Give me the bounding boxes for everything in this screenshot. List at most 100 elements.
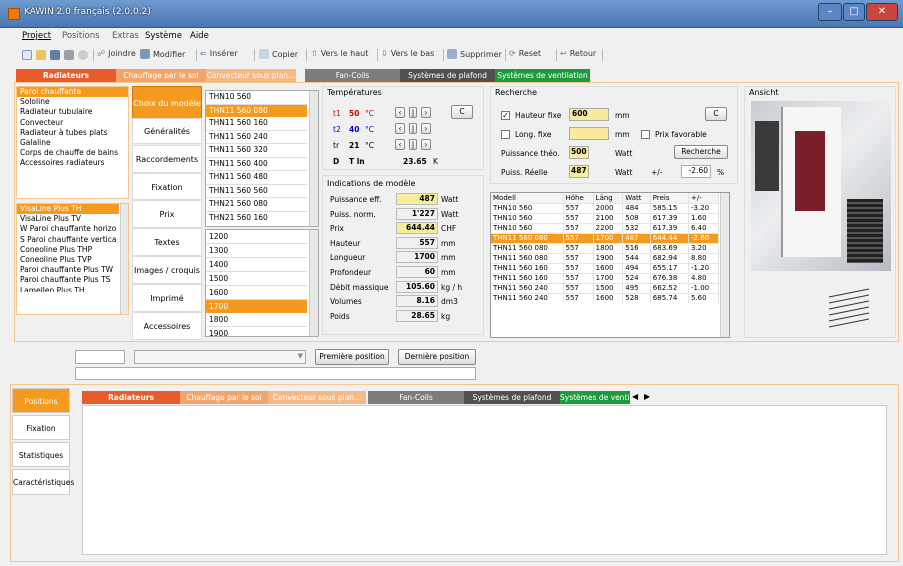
model-list[interactable]: VisaLine Plus TH VisaLine Plus TV W Paro…: [16, 203, 129, 315]
tab-chauffage-sol[interactable]: Chauffage par le sol: [116, 69, 206, 82]
recherche-button[interactable]: Recherche: [674, 145, 728, 159]
bottom-tab-ventilation[interactable]: Systèmes de ventilation: [560, 391, 630, 404]
tab-scroll-right-icon[interactable]: ▶: [644, 392, 650, 401]
bottom-tab-convecteur[interactable]: Convecteur sous plan...: [268, 391, 366, 404]
menu-positions[interactable]: Positions: [62, 31, 100, 41]
t1-bar-button[interactable]: |: [409, 107, 417, 118]
tab-statistiques[interactable]: Statistiques: [12, 442, 70, 467]
length-list-scrollbar[interactable]: [309, 230, 318, 336]
prix-favorable-checkbox[interactable]: [641, 130, 650, 139]
tab-convecteur[interactable]: Convecteur sous plan...: [206, 69, 296, 82]
nav-generalites[interactable]: Généralités: [132, 118, 202, 144]
list-item[interactable]: 1900: [206, 327, 307, 340]
tr-increase-button[interactable]: ›: [421, 139, 431, 150]
col-header[interactable]: Modell: [491, 193, 564, 203]
move-down-button[interactable]: ⇩ Vers le bas: [381, 49, 434, 58]
list-item[interactable]: Accessoires radiateurs: [17, 158, 128, 168]
tr-decrease-button[interactable]: ‹: [395, 139, 405, 150]
list-item[interactable]: THN21 560 160: [206, 212, 307, 225]
list-item[interactable]: 1600: [206, 286, 307, 300]
table-row[interactable]: THN11 560 080 557 1700 487 644.44 -2.60: [491, 233, 719, 243]
list-item[interactable]: 1300: [206, 244, 307, 258]
col-header[interactable]: +/-: [688, 193, 719, 203]
new-file-icon[interactable]: [22, 50, 32, 60]
bottom-tab-fan-coils[interactable]: Fan-Coils: [368, 391, 464, 404]
model-list-scrollbar[interactable]: [120, 204, 128, 314]
table-row[interactable]: THN11 560 160 557 1700 524 676.38 4.80: [491, 273, 719, 283]
nav-prix[interactable]: Prix: [132, 200, 202, 228]
list-item[interactable]: Coneoline Plus TVP: [17, 255, 119, 265]
reset-button[interactable]: ⟳ Reset: [509, 49, 541, 58]
first-position-button[interactable]: Première position: [315, 349, 389, 365]
tr-bar-button[interactable]: |: [409, 139, 417, 150]
long-fixe-input[interactable]: [569, 127, 609, 140]
close-button[interactable]: ✕: [866, 3, 898, 21]
list-item[interactable]: THN11 560 240: [206, 131, 307, 144]
menu-systeme[interactable]: Système: [145, 31, 182, 41]
table-row[interactable]: THN11 560 080 557 1800 516 683.69 3.20: [491, 243, 719, 253]
bottom-tab-chauffage-sol[interactable]: Chauffage par le sol: [180, 391, 268, 404]
nav-accessoires[interactable]: Accessoires: [132, 312, 202, 340]
results-grid[interactable]: Modell Höhe Läng Watt Preis +/- THN10 56…: [490, 192, 730, 338]
list-item[interactable]: THN11 560 080: [206, 104, 307, 117]
list-item[interactable]: THN11 560 320: [206, 144, 307, 158]
hauteur-fixe-input[interactable]: 600: [569, 108, 609, 121]
table-row[interactable]: THN11 560 240 557 1500 495 662.52 -1.00: [491, 283, 719, 293]
nav-imprime[interactable]: Imprimé: [132, 284, 202, 312]
list-item[interactable]: THN11 560 160: [206, 117, 307, 131]
tab-ventilation[interactable]: Systèmes de ventilation: [495, 69, 590, 82]
list-item[interactable]: Paroi chauffante Plus TW: [17, 265, 119, 275]
open-folder-icon[interactable]: [36, 50, 46, 60]
maximize-button[interactable]: □: [843, 3, 865, 21]
list-item[interactable]: S Paroi chauffante vertica: [17, 235, 119, 245]
tab-positions[interactable]: Positions: [12, 388, 70, 413]
list-item[interactable]: Galaline: [17, 138, 128, 148]
position-field[interactable]: [75, 350, 125, 364]
model-variant-list[interactable]: THN10 560 THN11 560 080 THN11 560 160 TH…: [205, 90, 319, 227]
tab-caracteristiques[interactable]: Caractéristiques: [12, 469, 74, 495]
search-c-button[interactable]: C: [705, 107, 727, 121]
tab-fan-coils[interactable]: Fan-Coils: [305, 69, 400, 82]
list-item[interactable]: Corps de chauffe de bains: [17, 148, 128, 158]
position-textbox[interactable]: [75, 367, 476, 380]
menu-project[interactable]: Project: [22, 31, 51, 41]
list-item[interactable]: Sololine: [17, 97, 128, 107]
nav-raccordements[interactable]: Raccordements: [132, 145, 202, 173]
list-item[interactable]: THN21 560 080: [206, 198, 307, 212]
menu-aide[interactable]: Aide: [190, 31, 209, 41]
col-header[interactable]: Watt: [622, 193, 651, 203]
bottom-tab-radiateurs[interactable]: Radiateurs: [82, 391, 180, 404]
last-position-button[interactable]: Dernière position: [398, 349, 476, 365]
list-item[interactable]: Convecteur: [17, 118, 128, 128]
table-row[interactable]: THN10 560 557 2000 484 585.15 -3.20: [491, 203, 719, 213]
bottom-tab-plafond[interactable]: Systèmes de plafond: [464, 391, 560, 404]
save-icon[interactable]: [50, 50, 60, 60]
col-header[interactable]: Läng: [593, 193, 624, 203]
tab-scroll-left-icon[interactable]: ◀: [632, 392, 638, 401]
hauteur-fixe-checkbox[interactable]: ✓: [501, 111, 510, 120]
list-item[interactable]: 1700: [206, 300, 307, 313]
insert-button[interactable]: ⇐ Insérer: [200, 49, 238, 58]
list-item[interactable]: THN11 560 480: [206, 171, 307, 185]
positions-content[interactable]: [82, 405, 887, 555]
nav-images[interactable]: Images / croquis: [132, 256, 202, 284]
table-row[interactable]: THN11 560 080 557 1900 544 682.94 8.80: [491, 253, 719, 263]
nav-choix-modele[interactable]: Choix du modèle: [132, 86, 202, 120]
back-button[interactable]: ↩ Retour: [560, 49, 596, 58]
nav-fixation[interactable]: Fixation: [132, 173, 202, 200]
modify-button[interactable]: Modifier: [140, 49, 185, 59]
puissance-theo-input[interactable]: 500: [569, 146, 589, 159]
nav-textes[interactable]: Textes: [132, 228, 202, 256]
menu-extras[interactable]: Extras: [112, 31, 139, 41]
tab-plafond[interactable]: Systèmes de plafond: [400, 69, 495, 82]
position-select[interactable]: ▼: [134, 350, 306, 364]
list-item[interactable]: Coneoline Plus THP: [17, 245, 119, 255]
list-item[interactable]: 1800: [206, 313, 307, 327]
join-button[interactable]: ☍ Joindre: [97, 49, 136, 58]
list-item[interactable]: Lamellen Plus TH..: [17, 286, 119, 292]
print-icon[interactable]: [64, 50, 74, 60]
delete-button[interactable]: Supprimer: [447, 49, 502, 59]
list-item[interactable]: Radiateur tubulaire: [17, 107, 128, 117]
minimize-button[interactable]: –: [818, 3, 842, 21]
list-item[interactable]: THN10 560: [206, 91, 307, 105]
